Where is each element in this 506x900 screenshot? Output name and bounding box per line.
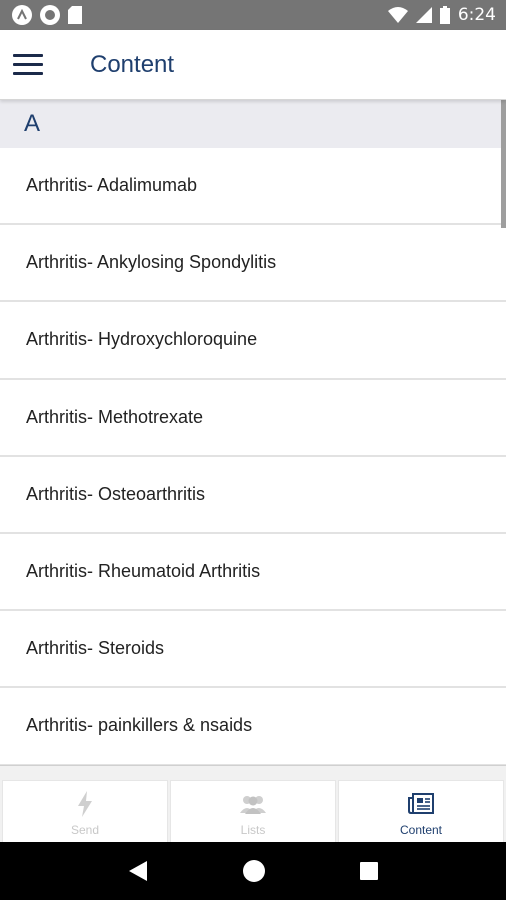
wifi-icon: [387, 7, 408, 23]
app-notification-icon: [12, 5, 32, 25]
scrollbar[interactable]: [501, 100, 506, 228]
list-item[interactable]: Arthritis- Adalimumab: [0, 148, 506, 226]
tab-send[interactable]: Send: [2, 780, 168, 842]
page-title: Content: [90, 50, 175, 78]
notification-icons: [12, 5, 82, 25]
recents-icon[interactable]: [359, 861, 379, 881]
section-header-a: A: [0, 100, 506, 148]
tab-lists-label: Lists: [240, 823, 266, 837]
android-nav-bar: [0, 842, 506, 900]
list-item[interactable]: Arthritis- Steroids: [0, 611, 506, 689]
content-list[interactable]: A Arthritis- Adalimumab Arthritis- Ankyl…: [0, 100, 506, 765]
system-icons: 6:24: [387, 5, 496, 25]
back-icon[interactable]: [127, 859, 149, 883]
lightning-icon: [76, 791, 94, 817]
tab-send-label: Send: [70, 823, 100, 837]
list-item[interactable]: Arthritis- Osteoarthritis: [0, 457, 506, 534]
tab-lists[interactable]: Lists: [170, 780, 336, 842]
people-icon: [239, 791, 267, 817]
list-item[interactable]: Arthritis- painkillers & nsaids: [0, 688, 506, 765]
bottom-tab-bar: Send Lists Content: [0, 765, 506, 842]
list-item[interactable]: Arthritis- Hydroxychloroquine: [0, 302, 506, 380]
tab-content[interactable]: Content: [338, 780, 504, 842]
sd-card-icon: [68, 6, 82, 24]
hamburger-icon: [13, 54, 43, 57]
app-bar: Content: [0, 30, 506, 100]
tab-content-label: Content: [399, 823, 443, 837]
battery-icon: [439, 6, 450, 24]
status-time: 6:24: [457, 5, 496, 25]
menu-button[interactable]: [0, 30, 56, 100]
signal-icon: [415, 7, 432, 23]
list-item[interactable]: Arthritis- Methotrexate: [0, 380, 506, 457]
record-notification-icon: [40, 5, 60, 25]
list-item[interactable]: Arthritis- Ankylosing Spondylitis: [0, 225, 506, 303]
home-icon[interactable]: [242, 859, 266, 883]
newspaper-icon: [408, 791, 434, 817]
status-bar: 6:24: [0, 0, 506, 30]
list-item[interactable]: Arthritis- Rheumatoid Arthritis: [0, 534, 506, 612]
